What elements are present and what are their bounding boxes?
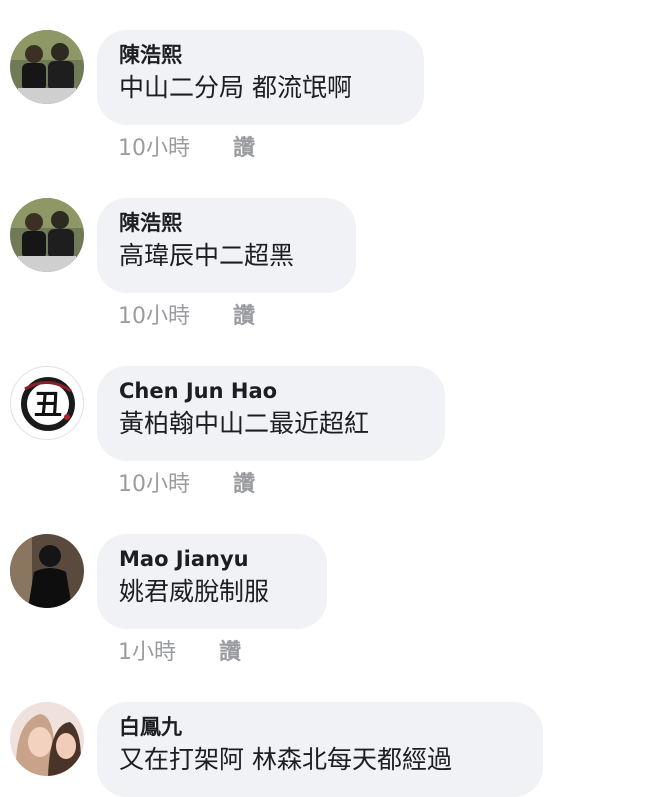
comment-meta: 10小時 讚 [118,466,255,498]
comment-text: 中山二分局 都流氓啊 [119,73,352,102]
comment-time[interactable]: 10小時 [118,298,190,330]
comment-time[interactable]: 10小時 [118,130,190,162]
like-button[interactable]: 讚 [233,130,255,162]
comment-text: 黃柏翰中山二最近超紅 [119,409,370,438]
comment-bubble: Mao Jianyu 姚君威脫制服 [97,534,327,629]
like-button[interactable]: 讚 [233,466,255,498]
comment-meta: 1小時 讚 [118,634,241,666]
comment-meta: 10小時 讚 [118,298,255,330]
comment-text: 姚君威脫制服 [119,577,270,606]
comment-bubble: 陳浩熙 中山二分局 都流氓啊 [97,30,424,125]
calligraphy-avatar[interactable]: 丑 [10,366,84,440]
commenter-name[interactable]: Chen Jun Hao [119,376,423,406]
commenter-name[interactable]: Mao Jianyu [119,544,305,574]
commenter-name[interactable]: 白鳳九 [119,712,521,742]
comment-time[interactable]: 1小時 [118,634,176,666]
group-photo-avatar[interactable] [10,30,84,104]
comment-time[interactable]: 10小時 [118,466,190,498]
comment-bubble: 陳浩熙 高瑋辰中二超黑 [97,198,356,293]
comment-bubble: 白鳳九 又在打架阿 林森北每天都經過 [97,702,543,797]
like-button[interactable]: 讚 [233,298,255,330]
commenter-name[interactable]: 陳浩熙 [119,208,334,238]
dark-figure-avatar[interactable] [10,534,84,608]
commenter-name[interactable]: 陳浩熙 [119,40,402,70]
comment-text: 又在打架阿 林森北每天都經過 [119,745,452,774]
comment-meta: 10小時 讚 [118,130,255,162]
avatar-glyph: 丑 [34,388,62,421]
comment-text: 高瑋辰中二超黑 [119,241,295,270]
like-button[interactable]: 讚 [219,634,241,666]
group-photo-avatar[interactable] [10,198,84,272]
selfie-avatar[interactable] [10,702,84,776]
comment-bubble: Chen Jun Hao 黃柏翰中山二最近超紅 [97,366,445,461]
